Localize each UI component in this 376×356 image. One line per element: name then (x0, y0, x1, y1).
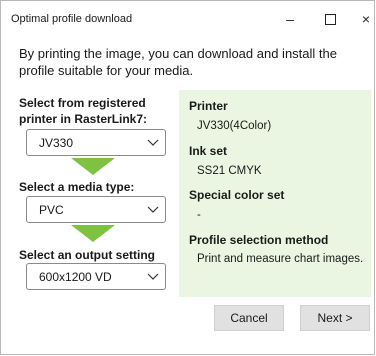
window-title: Optimal profile download (11, 13, 133, 25)
close-icon: × (361, 11, 371, 27)
media-type-label: Select a media type: (19, 180, 135, 194)
selection-method-value: Print and measure chart images. (197, 253, 364, 265)
next-button[interactable]: Next > (300, 305, 370, 331)
chevron-down-icon (141, 139, 165, 147)
dialog-window: Optimal profile download – × By printing… (0, 0, 375, 355)
special-color-value: - (197, 209, 201, 221)
arrow-down-icon (71, 158, 115, 175)
profile-info-panel: Printer JV330(4Color) Ink set SS21 CMYK … (179, 90, 371, 297)
output-setting-label: Select an output setting (19, 248, 156, 262)
arrow-down-icon (71, 225, 115, 242)
inkset-heading: Ink set (189, 144, 228, 158)
printer-dropdown-value: JV330 (39, 135, 74, 150)
selection-method-heading: Profile selection method (189, 233, 329, 247)
special-color-heading: Special color set (189, 188, 285, 202)
minimize-button[interactable]: – (275, 5, 305, 33)
title-bar: Optimal profile download – × (1, 1, 374, 35)
printer-dropdown[interactable]: JV330 (26, 129, 166, 156)
printer-value: JV330(4Color) (197, 120, 272, 132)
output-setting-dropdown-value: 600x1200 VD (39, 269, 112, 284)
media-type-dropdown[interactable]: PVC (26, 196, 166, 223)
printer-select-label: Select from registered printer in Raster… (19, 96, 148, 126)
maximize-icon (324, 13, 336, 25)
inkset-value: SS21 CMYK (197, 165, 262, 177)
description-text: By printing the image, you can download … (19, 46, 337, 78)
media-type-dropdown-value: PVC (39, 202, 64, 217)
chevron-down-icon (141, 273, 165, 281)
output-setting-dropdown[interactable]: 600x1200 VD (26, 263, 166, 290)
printer-heading: Printer (189, 99, 228, 113)
close-button[interactable]: × (351, 5, 376, 33)
cancel-button[interactable]: Cancel (214, 305, 284, 331)
maximize-button[interactable] (315, 5, 345, 33)
minimize-icon: – (286, 11, 294, 27)
chevron-down-icon (141, 206, 165, 214)
